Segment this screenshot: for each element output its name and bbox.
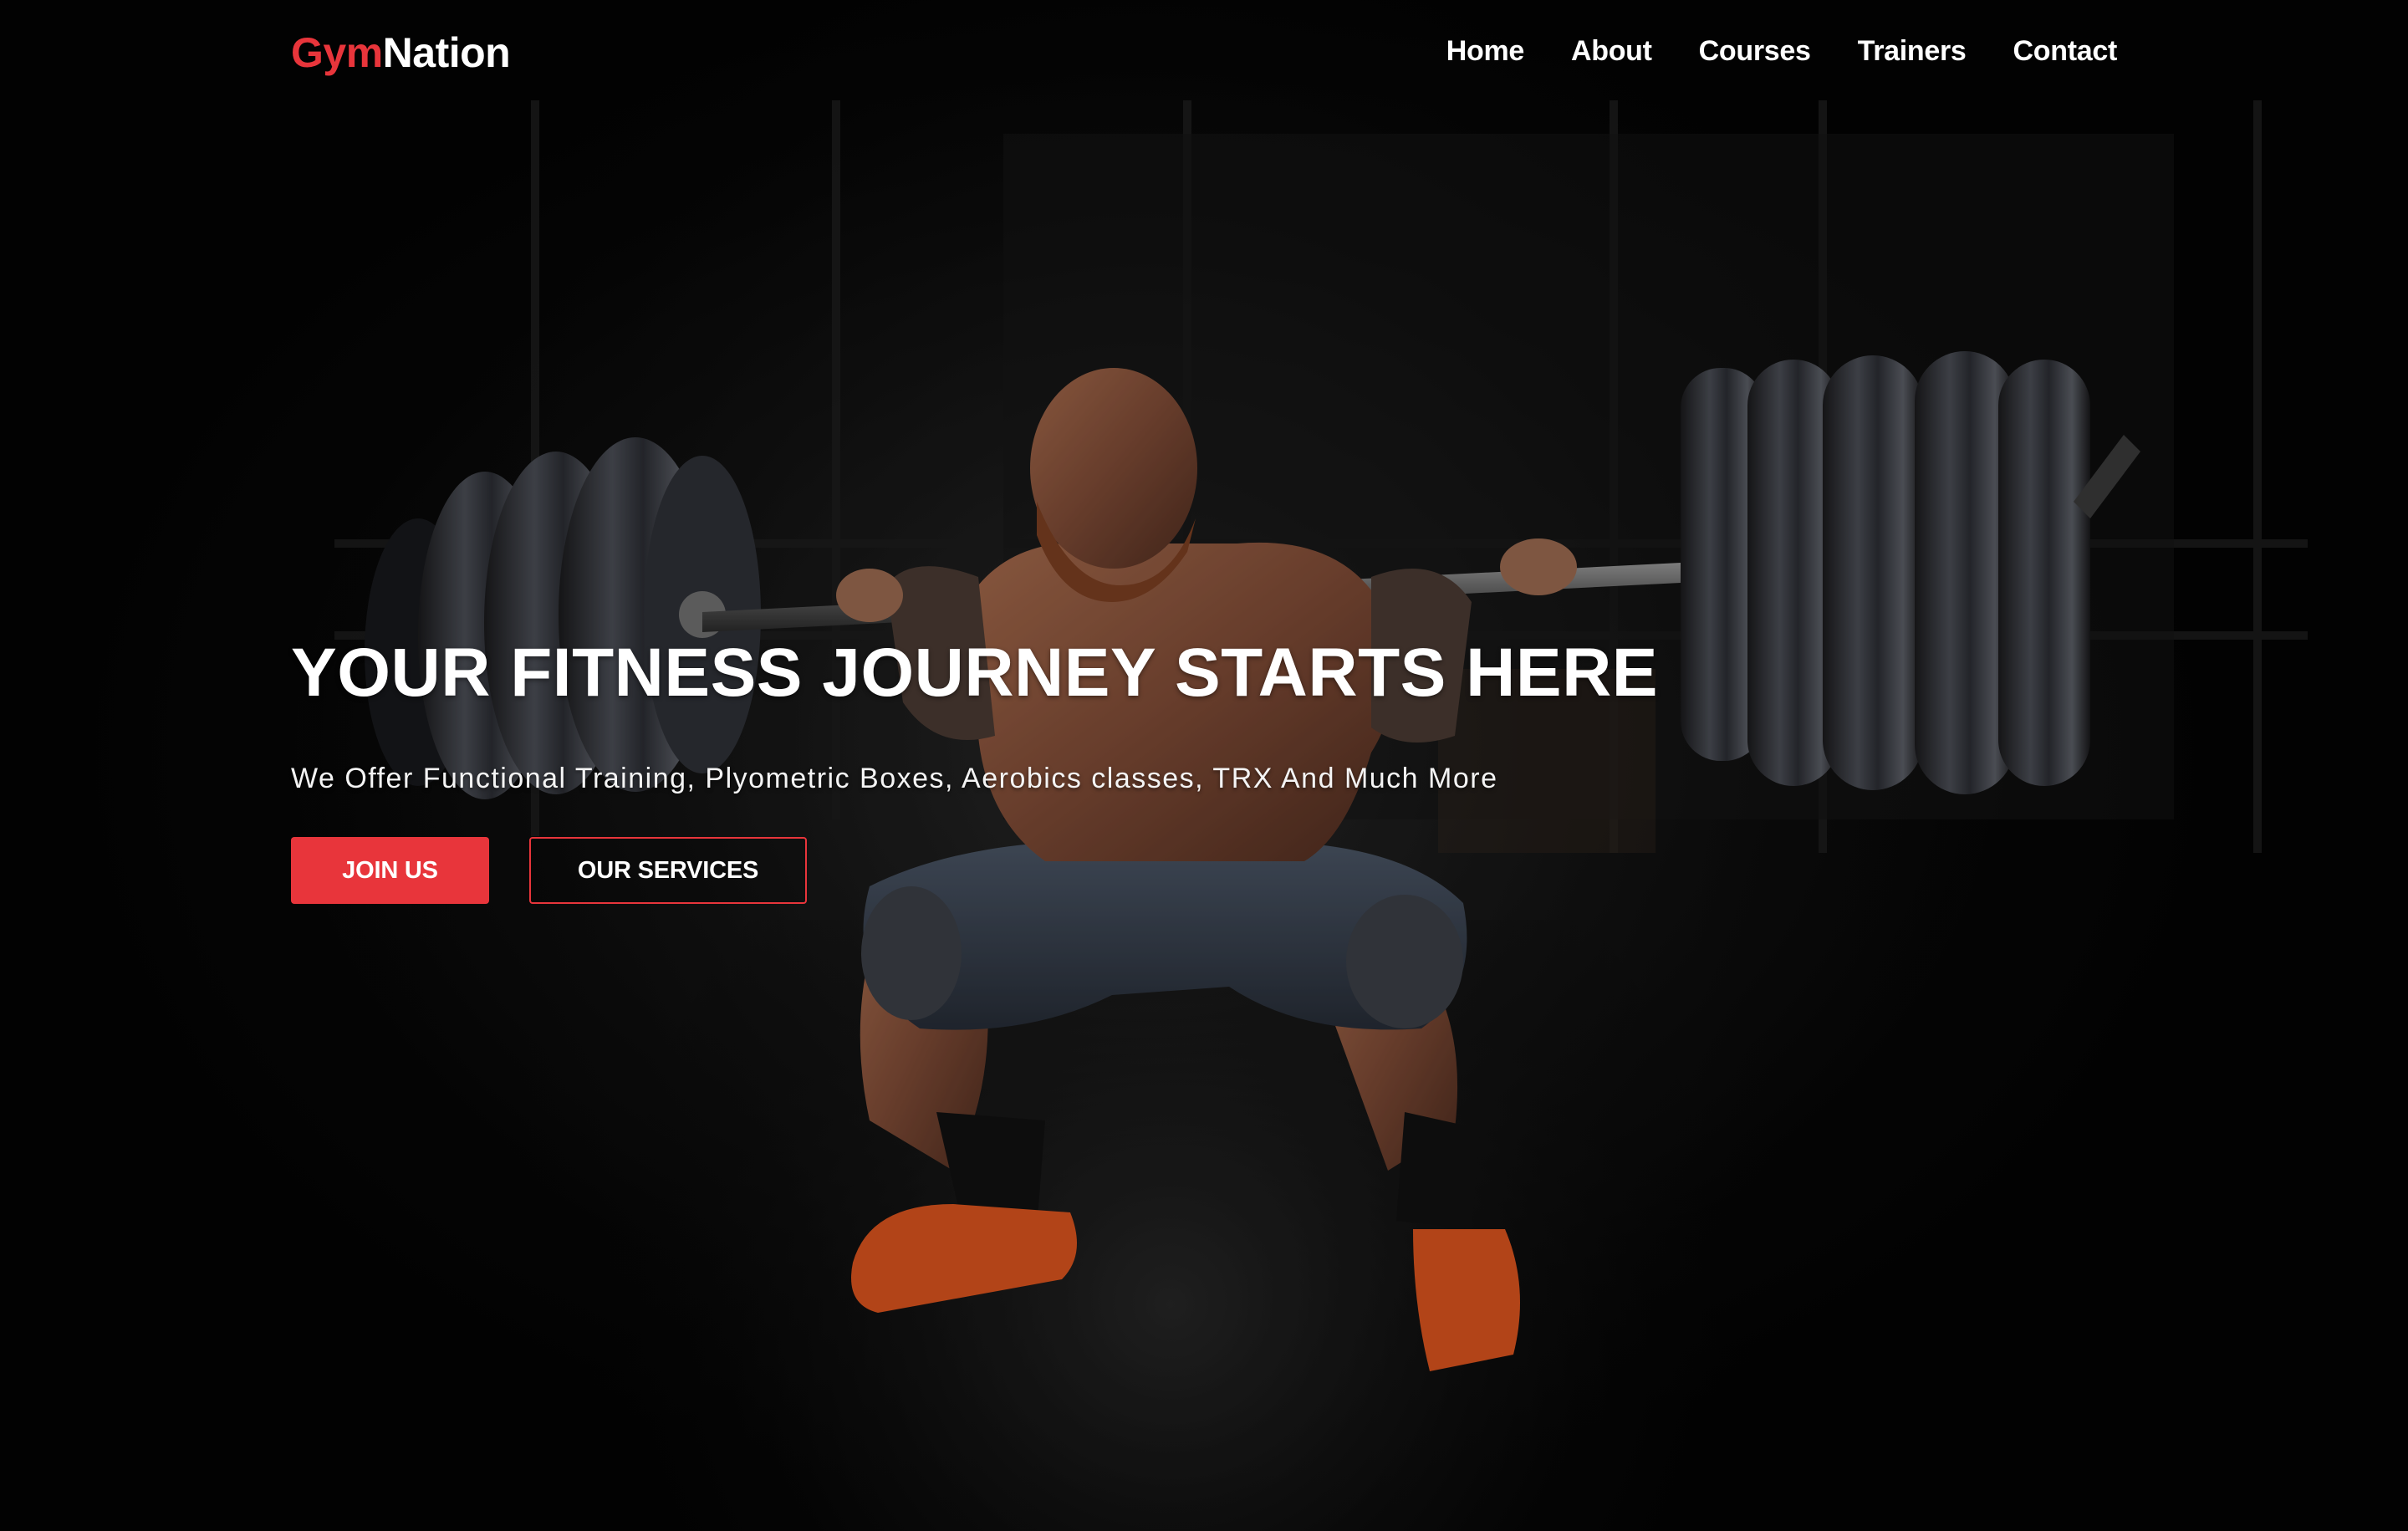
nav-link-about[interactable]: About — [1571, 35, 1652, 68]
nav-link-home[interactable]: Home — [1446, 35, 1525, 68]
hero-subheadline: We Offer Functional Training, Plyometric… — [291, 763, 1498, 794]
brand-logo[interactable]: GymNation — [291, 28, 511, 77]
nav-link-trainers[interactable]: Trainers — [1858, 35, 1967, 68]
hero-headline: YOUR FITNESS JOURNEY STARTS HERE — [291, 635, 1658, 711]
nav-link-contact[interactable]: Contact — [2013, 35, 2118, 68]
join-us-button[interactable]: JOIN US — [291, 837, 489, 904]
nav-menu: Home About Courses Trainers Contact — [1400, 35, 2118, 68]
brand-logo-main: Nation — [382, 29, 511, 76]
hero-section: GymNation Home About Courses Trainers Co… — [0, 0, 2408, 1531]
our-services-button[interactable]: OUR SERVICES — [529, 837, 807, 904]
navbar: GymNation Home About Courses Trainers Co… — [0, 0, 2408, 109]
brand-logo-accent: Gym — [291, 29, 383, 76]
nav-link-courses[interactable]: Courses — [1699, 35, 1811, 68]
